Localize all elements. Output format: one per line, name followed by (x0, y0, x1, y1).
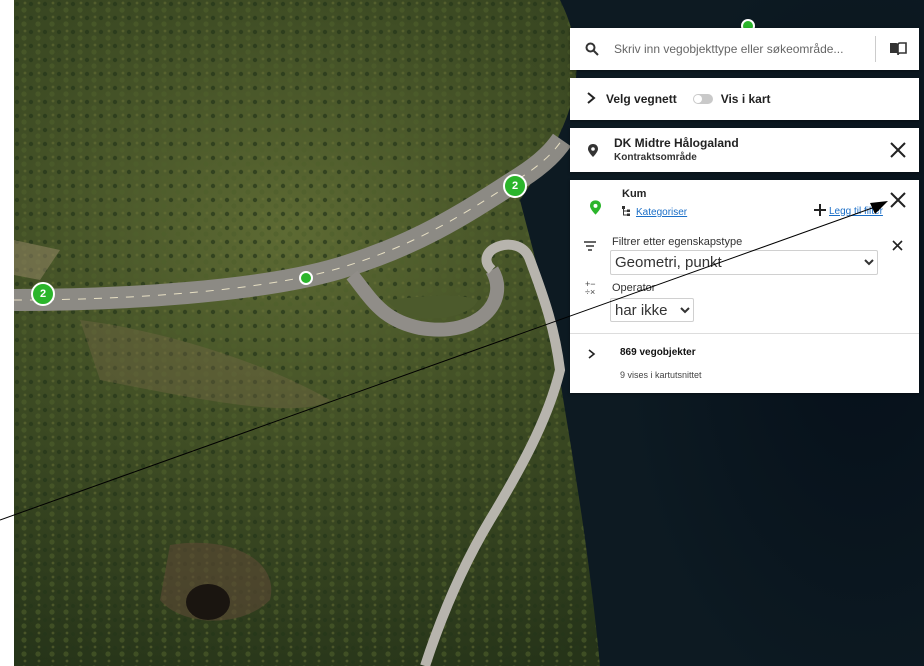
property-type-select[interactable]: Geometri, punkt (610, 250, 878, 275)
hierarchy-icon (622, 206, 631, 219)
add-filter-control: Legg til filter (814, 204, 883, 219)
map-pin-icon (588, 144, 598, 162)
plus-icon[interactable] (814, 204, 826, 219)
chevron-right-icon[interactable] (586, 91, 600, 107)
cluster-marker[interactable]: 2 (31, 282, 55, 306)
categorize-control: Kategoriser (622, 206, 687, 219)
show-on-map-toggle[interactable] (692, 94, 713, 104)
result-count[interactable]: 869 vegobjekter (620, 347, 696, 358)
map-pin-icon (590, 200, 601, 220)
area-type: Kontraktsområde (614, 152, 697, 163)
filter-icon (584, 238, 596, 256)
area-name: DK Midtre Hålogaland (614, 136, 739, 150)
search-icon[interactable] (570, 42, 614, 56)
object-type-panel: Kum Kategoriser Legg til filter Filtrer … (570, 180, 919, 393)
search-bar (570, 28, 919, 70)
object-type-name: Kum (622, 188, 647, 200)
search-input[interactable] (614, 42, 864, 56)
close-icon[interactable] (890, 192, 906, 213)
add-filter-link[interactable]: Legg til filter (829, 206, 883, 217)
visible-count: 9 vises i kartutsnittet (620, 370, 702, 380)
area-panel: DK Midtre Hålogaland Kontraktsområde (570, 128, 919, 172)
operator-label: Operator (612, 282, 656, 294)
operator-select[interactable]: har ikke (610, 298, 694, 322)
point-marker[interactable] (299, 271, 313, 285)
chevron-right-icon[interactable] (588, 346, 596, 364)
close-icon[interactable] (892, 238, 903, 256)
close-icon[interactable] (890, 142, 906, 163)
book-icon[interactable] (875, 36, 919, 62)
divider (570, 333, 919, 334)
road-network-panel[interactable]: Velg vegnett Vis i kart (570, 78, 919, 120)
categorize-link[interactable]: Kategoriser (636, 207, 687, 218)
show-on-map-label: Vis i kart (720, 92, 771, 106)
operator-icon: +− ÷× (585, 279, 596, 297)
filter-label: Filtrer etter egenskapstype (612, 236, 743, 248)
road-network-label[interactable]: Velg vegnett (606, 92, 677, 106)
cluster-marker[interactable]: 2 (503, 174, 527, 198)
